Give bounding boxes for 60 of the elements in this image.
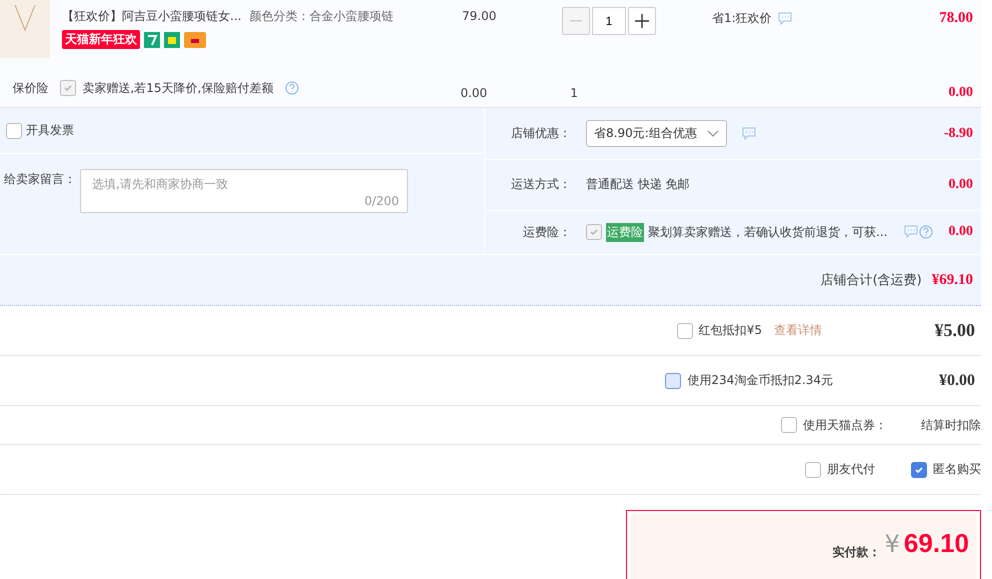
check-icon	[63, 83, 74, 93]
coins-amount: ¥0.00	[938, 372, 976, 390]
currency-symbol: ¥	[884, 530, 900, 558]
shop-total-amount: ¥69.10	[932, 272, 973, 288]
checkbox[interactable]	[676, 322, 693, 338]
item-total: 78.00	[939, 10, 974, 27]
voucher-label: 红包抵扣¥5	[698, 322, 762, 339]
sku-text: 颜色分类：合金小蛮腰项链	[249, 8, 394, 25]
increase-button[interactable]	[628, 7, 656, 35]
insurance-price: 0.00	[460, 86, 488, 100]
product-photo-placeholder	[0, 0, 50, 58]
caret-icon	[706, 130, 719, 138]
payment-label: 实付款：	[832, 544, 881, 561]
shop-total-label: 店铺合计(含运费)	[820, 272, 922, 289]
insurance-total: 0.00	[948, 84, 974, 100]
coupon-note: 结算时扣除	[921, 416, 981, 434]
help-icon[interactable]	[919, 225, 934, 240]
unit-price: 79.00	[462, 9, 496, 23]
insurance-text: 卖家赠送,若15天降价,保险赔付差额	[82, 80, 274, 96]
insurance-tag: 运费险	[606, 222, 644, 242]
shipping-method: 普通配送 快递 免邮	[586, 176, 690, 194]
row-label: 运送方式：	[510, 176, 572, 194]
row-amount: 0.00	[948, 176, 974, 193]
promo-badge: 天猫新年狂欢	[62, 30, 140, 49]
seven-day-icon	[144, 32, 160, 48]
coins-label: 使用234淘金币抵扣2.34元	[687, 372, 833, 389]
product-title[interactable]: 【狂欢价】阿吉豆小蛮腰项链女...	[62, 8, 242, 25]
payment-amount: 69.10	[904, 528, 969, 559]
option-label: 匿名购买	[933, 461, 981, 478]
message-label: 给卖家留言：	[4, 171, 76, 188]
checkbox[interactable]	[781, 417, 797, 433]
insurance-description: 聚划算卖家赠送，若确认收货前退货，可获...	[648, 224, 888, 241]
check-icon	[914, 464, 924, 474]
option-label: 朋友代付	[827, 461, 875, 478]
chat-bubble-icon[interactable]	[778, 12, 792, 25]
minus-icon	[570, 20, 582, 22]
insurance-quantity: 1	[570, 86, 578, 100]
row-amount: -8.90	[942, 126, 974, 142]
checkbox[interactable]	[911, 462, 927, 478]
plus-icon	[635, 14, 649, 28]
checkbox[interactable]	[6, 122, 22, 138]
discount-select[interactable]: 省8.90元:组合优惠	[586, 120, 727, 148]
checkbox[interactable]	[665, 372, 682, 388]
coupon-label: 使用天猫点券：	[803, 416, 887, 434]
row-label: 运费险：	[522, 224, 572, 241]
insurance-label: 保价险	[11, 80, 48, 96]
promo-text: 省1:狂欢价	[712, 10, 772, 27]
card-icon	[184, 32, 206, 48]
row-amount: 0.00	[948, 224, 974, 240]
chat-bubble-icon[interactable]	[904, 225, 918, 238]
checkbox[interactable]	[805, 462, 821, 478]
chat-bubble-icon[interactable]	[742, 127, 756, 140]
check-icon	[589, 227, 599, 238]
row-label: 店铺优惠：	[510, 125, 572, 142]
quantity-input[interactable]: 1	[592, 7, 626, 35]
voucher-amount: ¥5.00	[934, 320, 976, 341]
help-icon[interactable]	[285, 81, 300, 95]
character-counter: 0/200	[364, 194, 399, 208]
checkbox[interactable]	[586, 224, 602, 240]
invoice-label: 开具发票	[26, 122, 74, 139]
